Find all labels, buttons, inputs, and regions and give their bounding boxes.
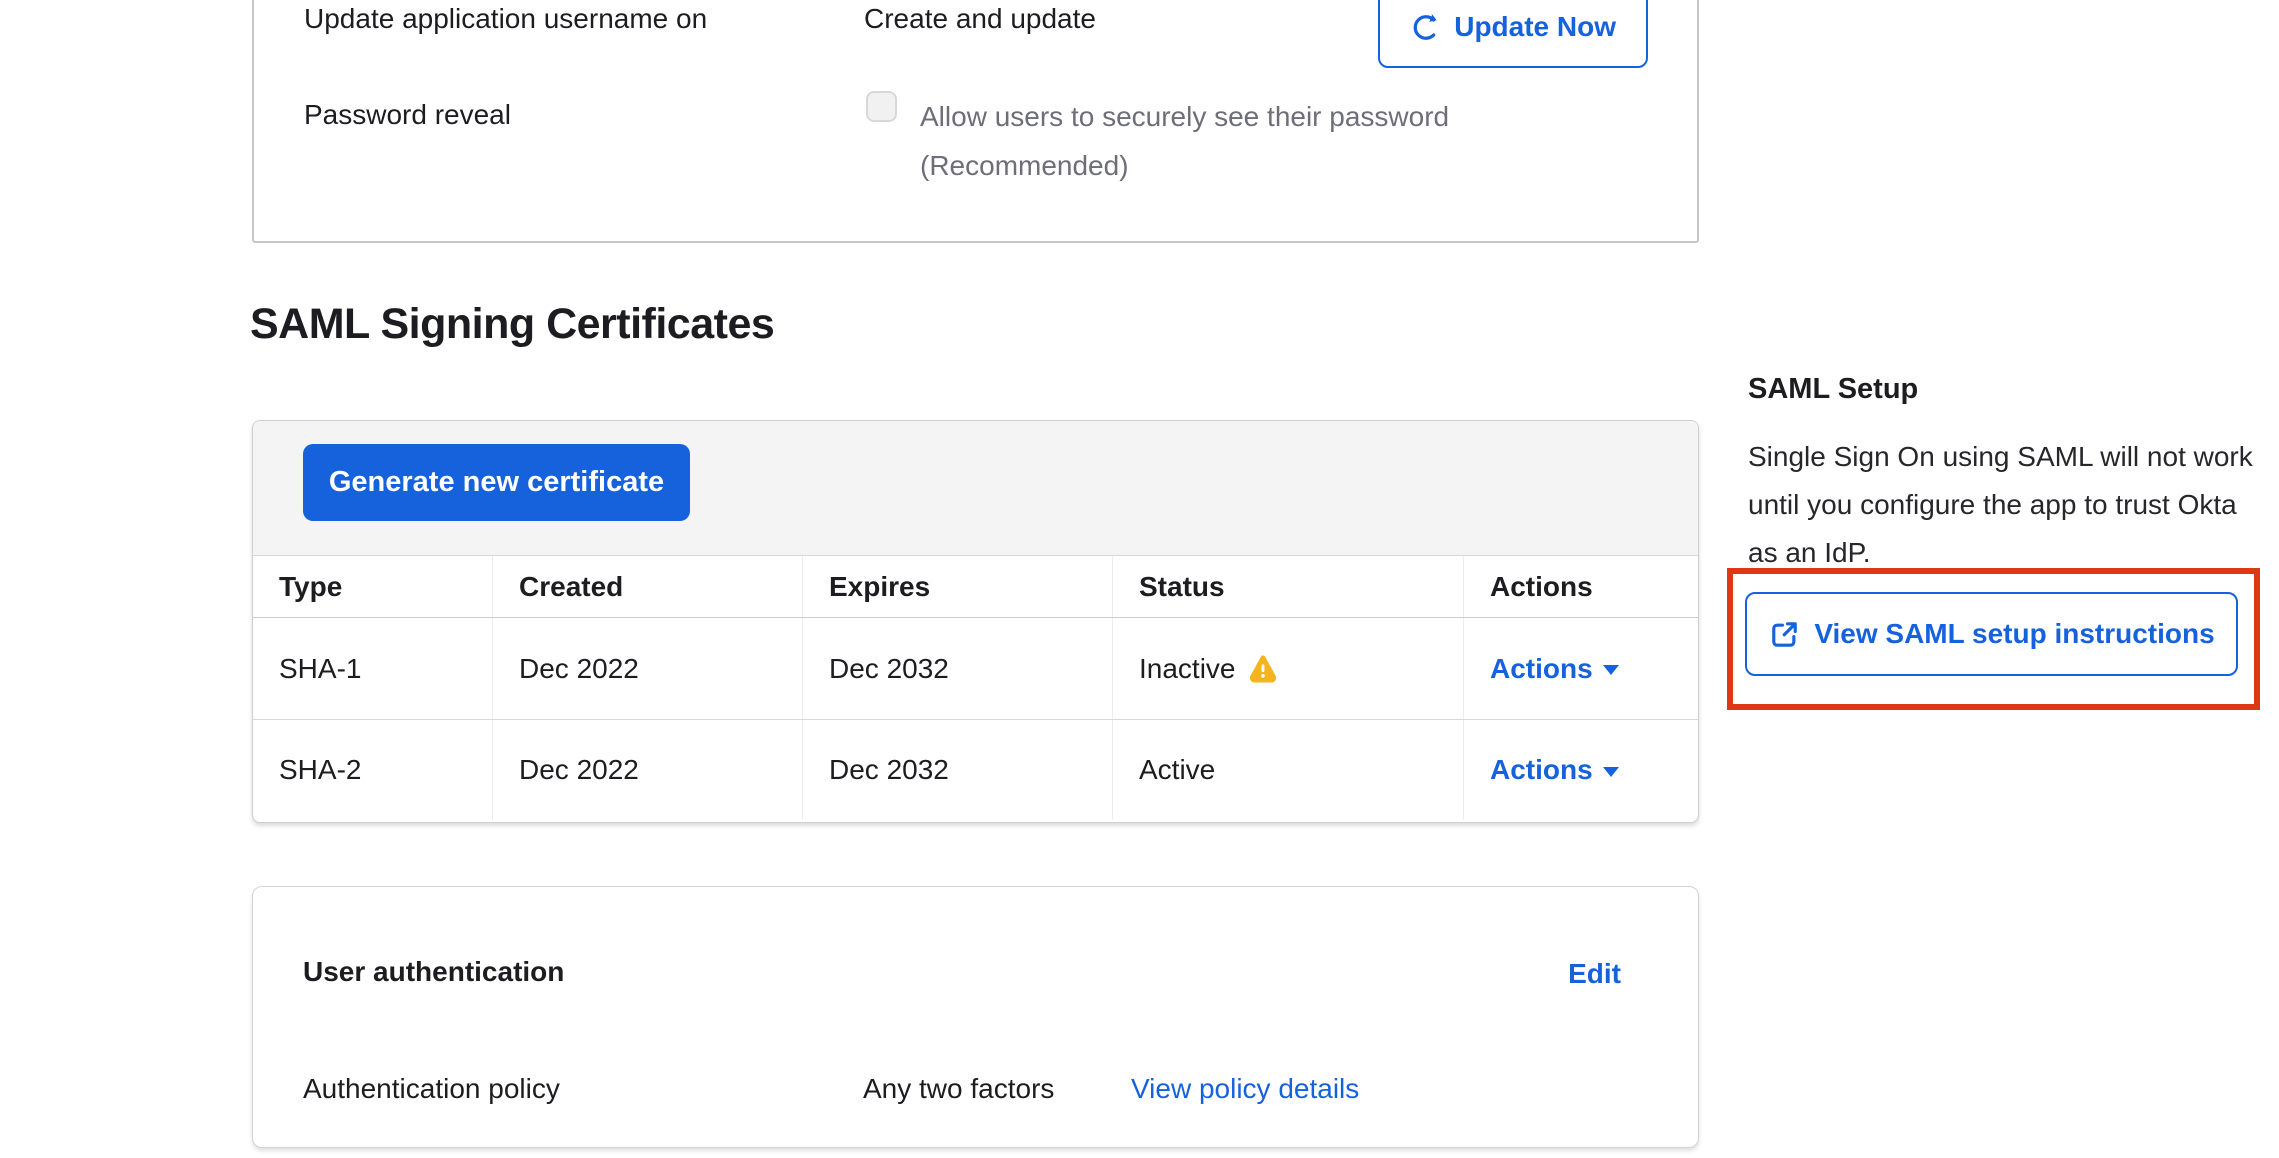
cert-created: Dec 2022: [493, 720, 803, 820]
cert-expires: Dec 2032: [803, 618, 1113, 719]
provisioning-settings-card: Update application username on Create an…: [252, 0, 1699, 243]
saml-setup-description: Single Sign On using SAML will not work …: [1748, 433, 2253, 577]
status-text: Active: [1139, 754, 1215, 786]
certificates-table-header: Type Created Expires Status Actions: [253, 556, 1698, 618]
cert-actions-cell: Actions: [1464, 618, 1698, 719]
cert-status: Inactive: [1113, 618, 1464, 719]
cert-type: SHA-2: [253, 720, 493, 820]
view-policy-details-link[interactable]: View policy details: [1131, 1072, 1359, 1106]
certificates-table: Type Created Expires Status Actions SHA-…: [253, 556, 1698, 820]
username-update-value: Create and update: [864, 2, 1096, 36]
password-reveal-label: Password reveal: [304, 98, 511, 132]
warning-icon: [1248, 654, 1278, 683]
username-update-label: Update application username on: [304, 2, 707, 36]
user-auth-title: User authentication: [303, 955, 564, 989]
generate-certificate-button[interactable]: Generate new certificate: [303, 444, 690, 521]
annotation-highlight-box: View SAML setup instructions: [1727, 568, 2260, 710]
caret-down-icon: [1603, 767, 1619, 777]
column-header-status: Status: [1113, 556, 1464, 617]
caret-down-icon: [1603, 665, 1619, 675]
password-reveal-checkbox[interactable]: [866, 91, 897, 122]
status-text: Inactive: [1139, 653, 1236, 685]
certificate-row-sha1: SHA-1 Dec 2022 Dec 2032 Inactive: [253, 618, 1698, 719]
view-saml-instructions-label: View SAML setup instructions: [1814, 618, 2214, 650]
edit-link[interactable]: Edit: [1568, 957, 1621, 991]
column-header-actions: Actions: [1464, 556, 1698, 617]
update-now-button[interactable]: Update Now: [1378, 0, 1648, 68]
update-now-label: Update Now: [1454, 11, 1616, 43]
cert-created: Dec 2022: [493, 618, 803, 719]
password-reveal-checkbox-label: Allow users to securely see their passwo…: [920, 92, 1520, 190]
actions-dropdown-trigger[interactable]: Actions: [1490, 653, 1619, 685]
saml-certificates-card: Generate new certificate Type Created Ex…: [252, 420, 1699, 823]
refresh-icon: [1410, 12, 1441, 43]
certificate-row-sha2: SHA-2 Dec 2022 Dec 2032 Active Actions: [253, 719, 1698, 820]
cert-status: Active: [1113, 720, 1464, 820]
user-authentication-card: User authentication Edit Authentication …: [252, 886, 1699, 1148]
view-saml-instructions-button[interactable]: View SAML setup instructions: [1745, 592, 2238, 676]
certificates-toolbar: Generate new certificate: [253, 421, 1698, 556]
column-header-created: Created: [493, 556, 803, 617]
okta-app-saml-settings-page: Update application username on Create an…: [0, 0, 2279, 1158]
auth-policy-value: Any two factors: [863, 1072, 1054, 1106]
actions-dropdown-trigger[interactable]: Actions: [1490, 754, 1619, 786]
auth-policy-label: Authentication policy: [303, 1072, 560, 1106]
cert-type: SHA-1: [253, 618, 493, 719]
actions-label: Actions: [1490, 653, 1593, 685]
saml-setup-title: SAML Setup: [1748, 373, 1918, 406]
actions-label: Actions: [1490, 754, 1593, 786]
cert-expires: Dec 2032: [803, 720, 1113, 820]
column-header-type: Type: [253, 556, 493, 617]
column-header-expires: Expires: [803, 556, 1113, 617]
cert-actions-cell: Actions: [1464, 720, 1698, 820]
external-link-icon: [1768, 618, 1801, 651]
page-title: SAML Signing Certificates: [250, 300, 774, 349]
